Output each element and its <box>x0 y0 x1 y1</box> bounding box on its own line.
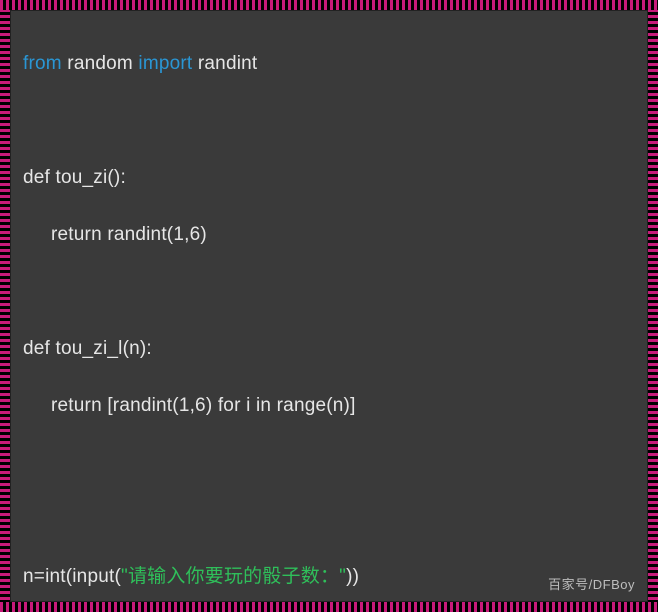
blank-line <box>23 449 635 478</box>
code-editor-panel: from random import randint def tou_zi():… <box>10 10 648 602</box>
code-text: random <box>62 53 139 74</box>
keyword-import: import <box>138 53 192 74</box>
code-line: def tou_zi(): <box>23 164 635 193</box>
code-text: n=int(input( <box>23 566 121 587</box>
code-line: from random import randint <box>23 50 635 79</box>
code-line: return randint(1,6) <box>23 221 635 250</box>
blank-line <box>23 107 635 136</box>
code-line: def tou_zi_l(n): <box>23 335 635 364</box>
code-line: return [randint(1,6) for i in range(n)] <box>23 392 635 421</box>
code-text: randint <box>192 53 257 74</box>
keyword-from: from <box>23 53 62 74</box>
string-literal: "请输入你要玩的骰子数：" <box>121 566 346 587</box>
blank-line <box>23 278 635 307</box>
code-text: )) <box>346 566 359 587</box>
watermark-text: 百家号/DFBoy <box>548 574 635 593</box>
blank-line <box>23 506 635 535</box>
code-line: n=int(input("请输入你要玩的骰子数：")) <box>23 563 635 592</box>
code-block: from random import randint def tou_zi():… <box>23 21 635 612</box>
